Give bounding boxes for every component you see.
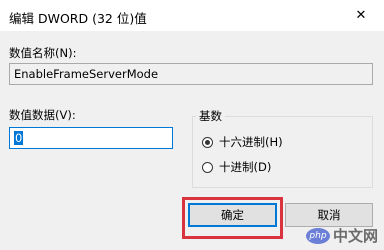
close-button[interactable]: ✕ xyxy=(338,0,384,31)
close-icon: ✕ xyxy=(355,8,367,23)
value-name-label: 数值名称(N): xyxy=(9,46,77,60)
highlight-box xyxy=(182,197,283,239)
radio-unselected-icon xyxy=(202,161,213,173)
watermark: php 中文网 xyxy=(305,225,378,246)
radio-hexadecimal[interactable]: 十六进制(H) xyxy=(202,134,283,150)
base-group xyxy=(192,116,373,188)
radio-decimal[interactable]: 十进制(D) xyxy=(202,159,271,175)
value-name-field[interactable]: EnableFrameServerMode xyxy=(9,63,373,85)
value-data-label: 数值数据(V): xyxy=(9,108,76,122)
title-bar: 编辑 DWORD (32 位)值 ✕ xyxy=(0,0,384,31)
cancel-button[interactable]: 取消 xyxy=(285,203,373,227)
watermark-text: 中文网 xyxy=(332,227,378,245)
window-title: 编辑 DWORD (32 位)值 xyxy=(9,11,147,26)
value-data-input[interactable]: 0 xyxy=(9,127,173,149)
base-group-title: 基数 xyxy=(196,108,225,124)
radio-selected-icon xyxy=(202,136,213,148)
php-logo-icon: php xyxy=(305,227,330,244)
